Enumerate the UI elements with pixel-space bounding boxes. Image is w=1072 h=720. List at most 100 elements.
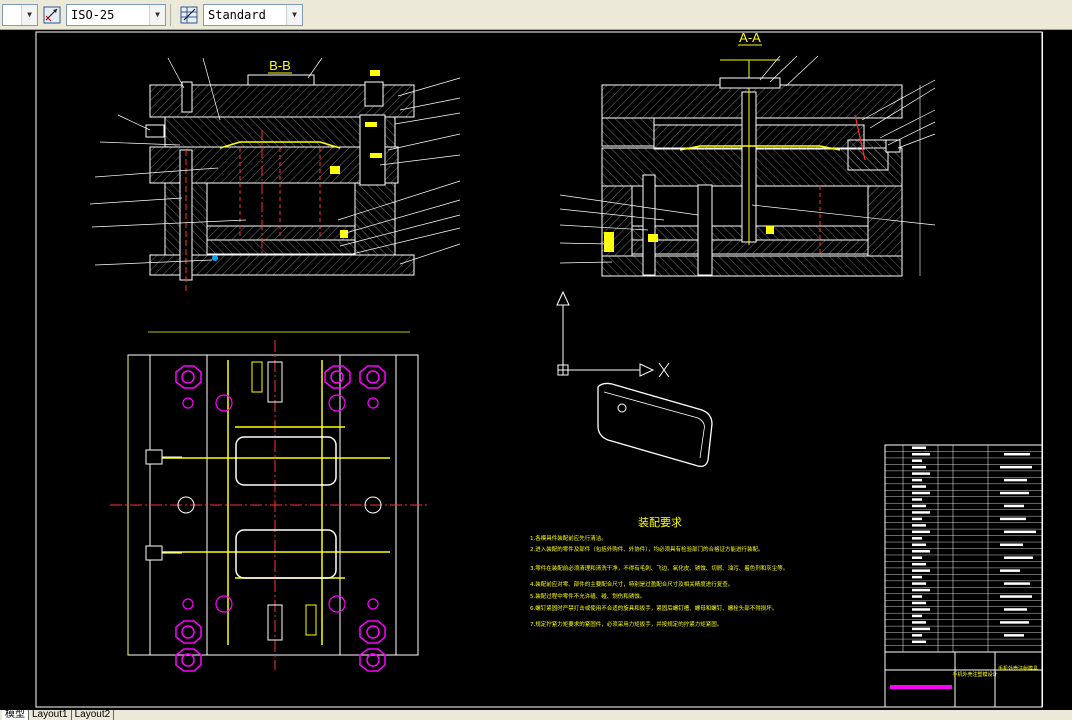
bom-cell-text: [912, 504, 926, 508]
bom-cell-text: [912, 511, 930, 514]
tab-model[interactable]: 模型: [2, 710, 29, 720]
bom-cell-text: [1000, 621, 1029, 624]
bom-cell-text: [912, 588, 930, 592]
section-aa-title: A-A: [739, 30, 761, 45]
bom-cell-text: [1004, 530, 1036, 534]
section-bb-title: B-B: [269, 58, 291, 73]
title-block: 手机外壳注塑模设计 手机外壳注射模具: [884, 444, 1043, 708]
title-block-drawing: 手机外壳注射模具: [998, 665, 1038, 672]
bom-cell-text: [912, 556, 922, 559]
bom-cell-text: [912, 491, 930, 495]
bom-cell-text: [912, 595, 922, 598]
section-aa-view: A-A: [601, 30, 921, 277]
bom-cell-text: [1004, 452, 1030, 456]
bom-cell-text: [912, 472, 930, 475]
section-bb-view: B-B: [145, 58, 415, 292]
layout-tabs: 模型 Layout1 Layout2: [0, 710, 1072, 720]
bom-cell-text: [912, 582, 926, 585]
toolbar-dropdown-left[interactable]: ▼: [2, 3, 38, 26]
bom-cell-text: [1000, 491, 1029, 495]
bom-cell-text: [912, 621, 926, 624]
dim-tag-1: [370, 70, 380, 76]
note-line: 4.装配前应对零、部件的主要配合尺寸，特别是过盈配合尺寸及相关精度进行复查。: [530, 580, 733, 588]
bom-cell-text: [912, 524, 926, 527]
bom-cell-text: [1000, 517, 1026, 521]
title-block-name: 手机外壳注塑模设计: [952, 671, 997, 678]
bom-cell-text: [912, 601, 926, 605]
bom-cell-text: [912, 608, 930, 611]
tab-layout2[interactable]: Layout2: [72, 710, 115, 720]
slider-insert-bottom-right: [305, 604, 317, 636]
note-line: 2.进入装配的零件及部件（包括外购件、外协件），均必须具有检验部门的合格证方能进…: [530, 545, 764, 553]
table-style-select[interactable]: Standard ▼: [203, 3, 303, 26]
properties-toolbar: ▼ ISO-25 ▼ Standard ▼: [0, 0, 1072, 30]
note-line: 7.规定拧紧力矩要求的紧固件，必须采用力矩扳手，并按规定的拧紧力矩紧固。: [530, 620, 722, 628]
dim-tag-5: [340, 230, 348, 238]
bom-cell-text: [912, 550, 930, 553]
ejector-plate: [206, 239, 356, 255]
title-block-highlight: [890, 685, 952, 689]
part-3d-view: [597, 382, 713, 468]
bom-cell-text: [1000, 465, 1032, 469]
bom-cell-text: [912, 459, 922, 462]
dim-tag-4: [330, 166, 340, 174]
bom-cell-text: [1004, 634, 1024, 637]
slider-lock: [885, 139, 901, 153]
bom-cell-text: [912, 498, 922, 501]
table-style-value: Standard: [208, 7, 266, 22]
drawing-canvas[interactable]: B-B A-A 装配要求 1.各模具件装配前应先行清洁。 2.进入装配的零件及部…: [0, 30, 1072, 710]
toolbar-separator: [170, 3, 171, 26]
bom-cell-text: [912, 614, 922, 618]
dimension-style-icon[interactable]: [41, 4, 63, 26]
cavity-1-outline: [235, 436, 337, 486]
bom-cell-text: [912, 562, 926, 566]
aa-dim-tag-2: [648, 234, 658, 242]
note-line: 6.螺钉紧固时严禁打击或使用不合适的旋具和扳手，紧固后螺钉槽、螺母和螺钉、螺栓头…: [530, 604, 777, 612]
bom-cell-text: [912, 575, 922, 579]
bom-cell-text: [1000, 595, 1032, 598]
bom-cell-text: [912, 537, 922, 540]
side-slider: [847, 139, 889, 171]
dimension-style-value: ISO-25: [71, 7, 115, 22]
dim-tag-2: [365, 122, 377, 127]
bom-cell-text: [912, 485, 926, 488]
slider-insert-top-left: [251, 361, 263, 393]
cavity-2-outline: [235, 529, 337, 579]
bom-cell-text: [912, 478, 922, 482]
note-line: 3.零件在装配前必须清理和清洗干净，不得有毛刺、飞边、氧化皮、锈蚀、切屑、油污、…: [530, 564, 788, 572]
bom-cell-text: [1004, 504, 1024, 508]
ejector-retainer-plate: [206, 225, 356, 241]
water-fitting-left: [145, 124, 165, 138]
note-line: 5.装配过程中零件不允许磕、碰、划伤和锈蚀。: [530, 592, 645, 600]
bom-cell-text: [1000, 543, 1023, 547]
bom-cell-text: [912, 530, 930, 534]
sprue-bushing-top: [247, 74, 315, 86]
bom-cell-text: [912, 627, 930, 631]
table-style-icon[interactable]: [178, 4, 200, 26]
ucs-icon: [556, 290, 670, 378]
bom-cell-text: [912, 640, 926, 644]
bom-cell-text: [912, 446, 926, 449]
dim-tag-3: [370, 153, 382, 158]
aa-cavity-left: [601, 117, 655, 147]
cad-drawing[interactable]: B-B A-A 装配要求 1.各模具件装配前应先行清洁。 2.进入装配的零件及部…: [0, 30, 1072, 710]
screw-top-right: [364, 81, 384, 107]
assembly-notes: 装配要求 1.各模具件装配前应先行清洁。 2.进入装配的零件及部件（包括外购件、…: [530, 516, 788, 628]
spacer-block-right: [354, 182, 396, 256]
bom-cell-text: [1004, 608, 1027, 611]
bom-cell-text: [912, 452, 930, 456]
chevron-down-icon: ▼: [286, 4, 302, 25]
tab-layout1[interactable]: Layout1: [29, 710, 72, 720]
dimension-style-select[interactable]: ISO-25 ▼: [66, 3, 166, 26]
bom-cell-text: [912, 517, 922, 521]
aa-guide-pillar: [642, 174, 656, 276]
bill-of-materials: [885, 446, 1042, 646]
aa-dim-tag-3: [766, 226, 774, 234]
plan-view: [110, 331, 430, 672]
bom-cell-text: [1004, 478, 1027, 482]
bom-cell-text: [912, 569, 930, 572]
bom-cell-text: [1004, 582, 1030, 585]
bom-cell-text: [1000, 569, 1020, 572]
notes-title: 装配要求: [638, 516, 682, 529]
bom-cell-text: [912, 634, 922, 637]
